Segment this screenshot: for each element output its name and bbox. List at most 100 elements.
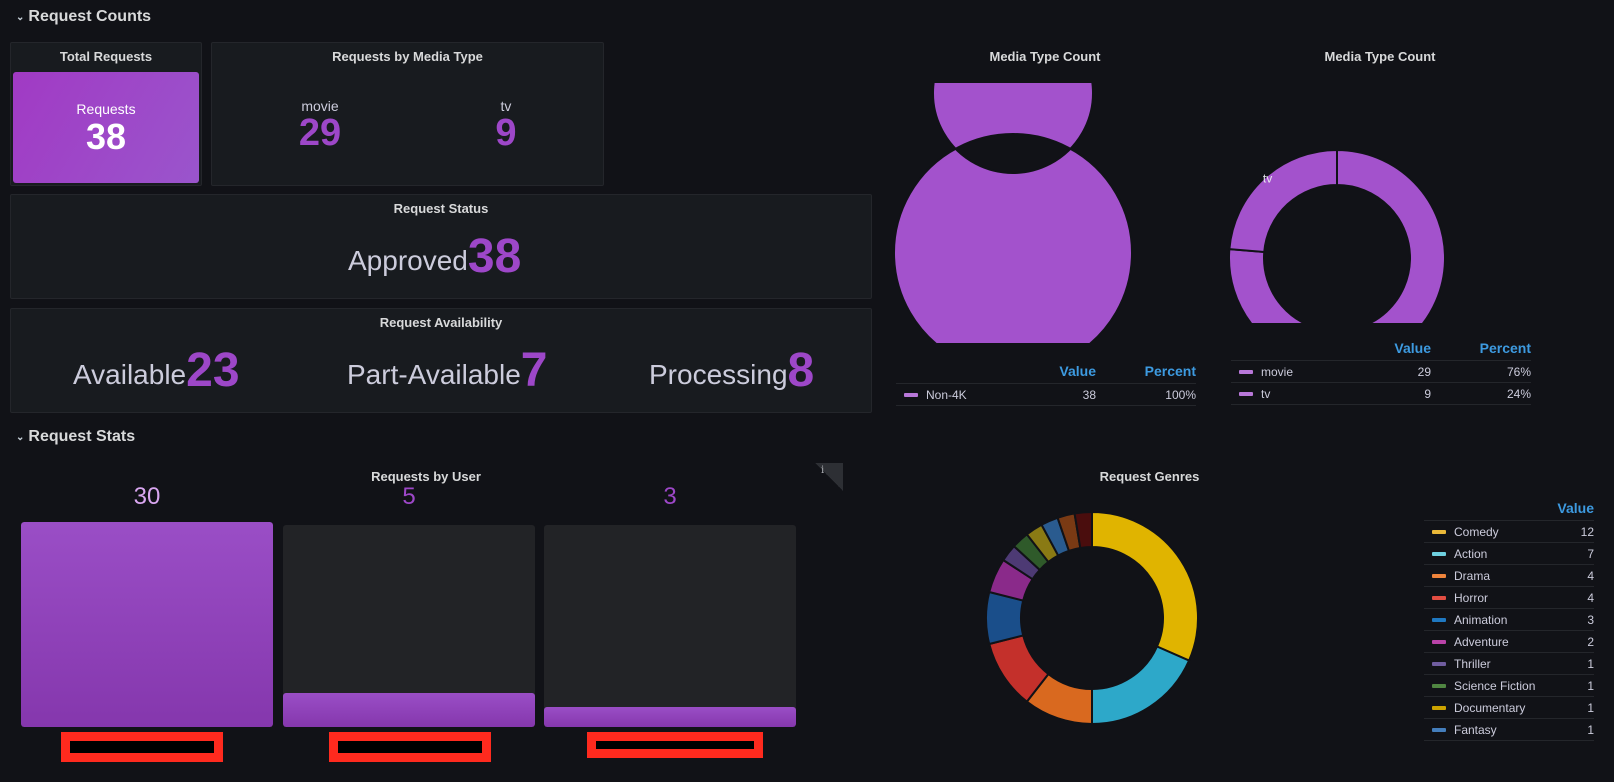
- stat-value: 23: [186, 344, 240, 397]
- legend-header-percent[interactable]: Percent: [1096, 361, 1196, 384]
- pie-slice-comedy[interactable]: [1091, 510, 1199, 662]
- row-request-counts[interactable]: ⌄ Request Counts: [16, 8, 151, 26]
- row-title: Request Stats: [28, 428, 136, 445]
- legend-label: Thriller: [1454, 656, 1491, 671]
- legend-row[interactable]: movie 29 76%: [1231, 360, 1531, 383]
- legend-label: Adventure: [1454, 634, 1509, 649]
- legend-row[interactable]: Animation 3: [1424, 608, 1594, 631]
- legend-label: Documentary: [1454, 700, 1526, 715]
- legend-header-value[interactable]: Value: [1036, 361, 1096, 384]
- panel-title: Media Type Count: [989, 49, 1101, 64]
- series-color-swatch[interactable]: [1432, 530, 1446, 535]
- media-type-count-panel-1: Media Type Count Non-4K Value Percent No…: [885, 42, 1205, 412]
- bar-fill: [21, 522, 273, 727]
- legend-label: Drama: [1454, 568, 1491, 583]
- requests-by-media-type-panel: Requests by Media Type movie 29 tv 9: [211, 42, 604, 186]
- pie-slice-non-4k[interactable]: [893, 83, 1133, 343]
- legend-label: Animation: [1454, 612, 1508, 627]
- legend-row[interactable]: tv 9 24%: [1231, 382, 1531, 405]
- legend-label: Science Fiction: [1454, 678, 1536, 693]
- legend-value: 7: [1544, 542, 1594, 565]
- legend-row[interactable]: Non-4K 38 100%: [896, 383, 1196, 406]
- legend-header-value[interactable]: Value: [1544, 498, 1594, 521]
- total-requests-panel: Total Requests Requests 38: [10, 42, 202, 186]
- legend-value: 38: [1036, 383, 1096, 406]
- media-type-count-panel-2: Media Type Count movie tv Value Percent m…: [1220, 42, 1540, 412]
- legend-row[interactable]: Adventure 2: [1424, 630, 1594, 653]
- panel-title: Request Availability: [379, 315, 503, 330]
- stat-label: Available: [73, 359, 187, 390]
- stat-value: 29: [298, 112, 342, 154]
- legend-percent: 100%: [1096, 383, 1196, 406]
- legend-value: 12: [1544, 520, 1594, 543]
- legend-row[interactable]: Fantasy 1: [1424, 718, 1594, 741]
- status-approved: Approved 38: [348, 233, 521, 281]
- stat-value: 8: [787, 344, 815, 397]
- redacted-user-label: [329, 732, 491, 762]
- bar-value-label: 5: [402, 483, 416, 510]
- series-color-swatch[interactable]: [904, 393, 918, 398]
- legend-label: movie: [1261, 364, 1294, 379]
- legend-value: 1: [1544, 674, 1594, 697]
- pie-slice-action[interactable]: [1091, 645, 1191, 726]
- series-color-swatch[interactable]: [1432, 662, 1446, 667]
- panel-title: Request Status: [393, 201, 489, 216]
- series-color-swatch[interactable]: [1432, 596, 1446, 601]
- legend-row[interactable]: Science Fiction 1: [1424, 674, 1594, 697]
- request-status-panel: Request Status Approved 38: [10, 194, 872, 299]
- pie-slice-tv[interactable]: [1228, 148, 1338, 254]
- media-type-split-donut-chart: movie tv: [1228, 148, 1446, 323]
- chevron-down-icon: ⌄: [16, 431, 25, 443]
- slice-label: movie: [1390, 322, 1422, 323]
- series-color-swatch[interactable]: [1432, 728, 1446, 733]
- user-bar[interactable]: 5: [283, 463, 535, 763]
- stat-label: Requests: [76, 100, 136, 117]
- series-color-swatch[interactable]: [1432, 552, 1446, 557]
- request-genres-legend: Value Comedy 12 Action 7 Drama 4 Horror 4 Animat…: [1424, 498, 1594, 741]
- legend-value: 29: [1371, 360, 1431, 383]
- series-color-swatch[interactable]: [1432, 574, 1446, 579]
- media-type-split-legend: Value Percent movie 29 76% tv 9 24%: [1231, 338, 1531, 405]
- legend-row[interactable]: Documentary 1: [1424, 696, 1594, 719]
- user-bar[interactable]: 3: [544, 463, 796, 763]
- bar-track: [21, 522, 273, 727]
- series-color-swatch[interactable]: [1239, 392, 1253, 397]
- legend-label: Non-4K: [926, 387, 967, 402]
- series-color-swatch[interactable]: [1432, 706, 1446, 711]
- chevron-down-icon: ⌄: [16, 11, 25, 23]
- legend-label: tv: [1261, 386, 1271, 401]
- legend-header-percent[interactable]: Percent: [1431, 338, 1531, 361]
- series-color-swatch[interactable]: [1432, 640, 1446, 645]
- series-color-swatch[interactable]: [1432, 618, 1446, 623]
- bar-value-label: 3: [663, 483, 677, 510]
- row-title: Request Counts: [28, 8, 152, 25]
- legend-row[interactable]: Action 7: [1424, 542, 1594, 565]
- legend-row[interactable]: Comedy 12: [1424, 520, 1594, 543]
- info-icon[interactable]: i: [815, 463, 843, 491]
- legend-value: 4: [1544, 564, 1594, 587]
- legend-label: Horror: [1454, 590, 1489, 605]
- availability-part-available: Part-Available 7: [347, 347, 548, 395]
- series-color-swatch[interactable]: [1239, 370, 1253, 375]
- media-type-tv: tv 9: [446, 98, 566, 154]
- bar-fill: [283, 693, 535, 727]
- request-genres-panel: Request Genres Value Comedy 12 Action 7 Dram…: [885, 462, 1614, 772]
- bar-track: [283, 525, 535, 727]
- series-color-swatch[interactable]: [1432, 684, 1446, 689]
- legend-row[interactable]: Horror 4: [1424, 586, 1594, 609]
- panel-title: Request Genres: [1099, 469, 1200, 484]
- bar-fill: [544, 706, 796, 727]
- panel-title: Requests by Media Type: [332, 49, 483, 64]
- legend-value: 9: [1371, 382, 1431, 405]
- legend-row[interactable]: Drama 4: [1424, 564, 1594, 587]
- redacted-user-label: [587, 732, 763, 758]
- row-request-stats[interactable]: ⌄ Request Stats: [16, 428, 135, 446]
- bar-track: [544, 525, 796, 727]
- bar-value-label: 30: [133, 483, 161, 510]
- availability-available: Available 23: [73, 347, 240, 395]
- legend-label: Comedy: [1454, 524, 1499, 539]
- legend-row[interactable]: Thriller 1: [1424, 652, 1594, 675]
- user-bar[interactable]: 30: [21, 463, 273, 763]
- stat-value: 38: [467, 230, 522, 283]
- legend-header-value[interactable]: Value: [1371, 338, 1431, 361]
